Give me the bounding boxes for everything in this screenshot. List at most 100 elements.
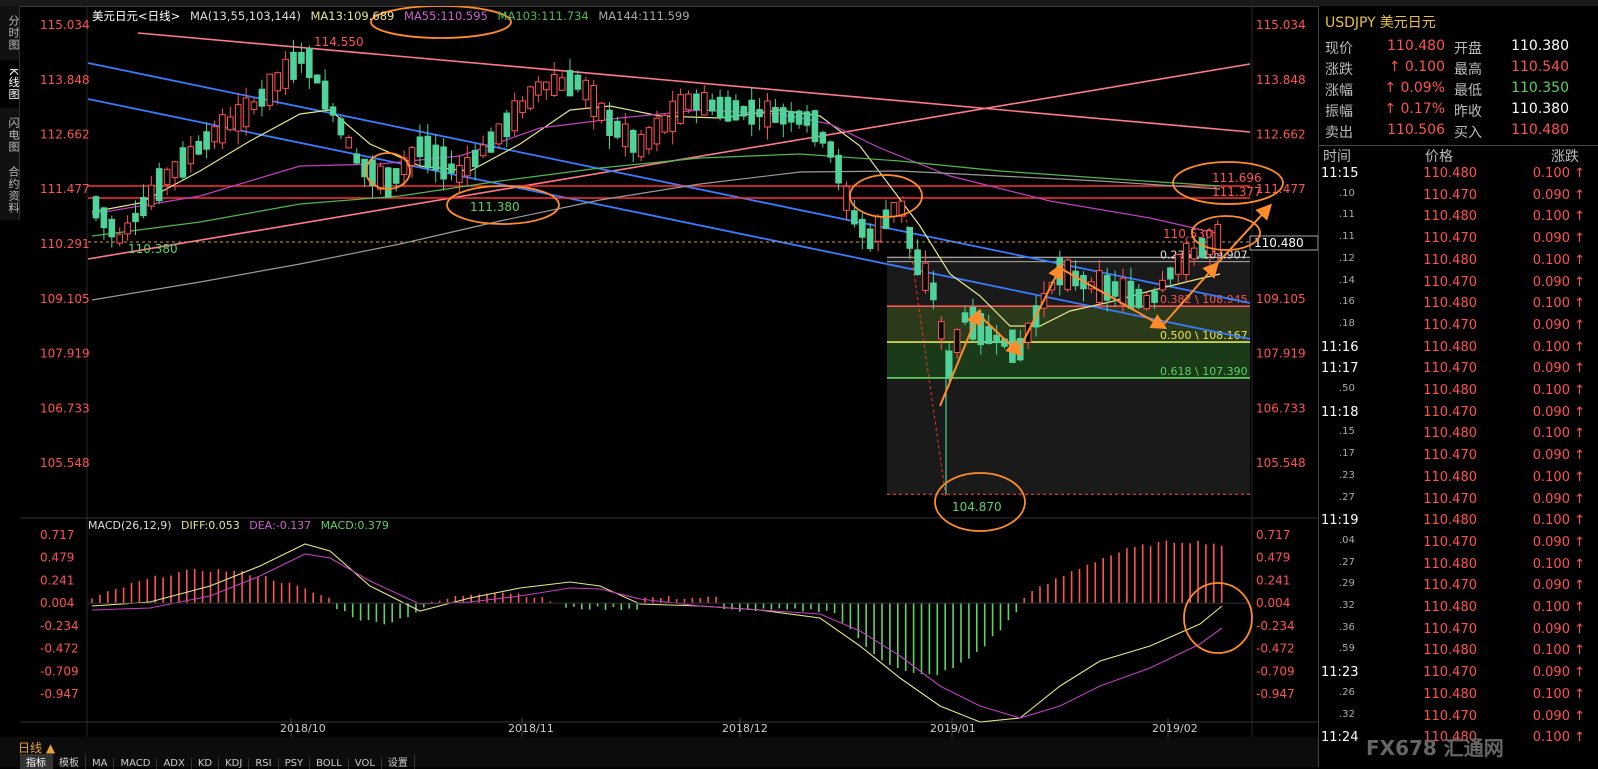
tick-change: 0.100 ↑	[1532, 339, 1585, 355]
tab-macd[interactable]: MACD	[114, 758, 158, 769]
label-low: 104.870	[952, 500, 1002, 514]
candle-body	[566, 69, 574, 97]
candle-body	[1167, 267, 1174, 280]
tick-change: 0.100 ↑	[1532, 383, 1585, 398]
candle-body	[906, 226, 914, 249]
tick-row: .32 110.480 0.100 ↑	[1319, 600, 1598, 621]
candle-body	[108, 218, 116, 238]
label-111696: 111.696	[1212, 171, 1262, 185]
candle-body	[1135, 288, 1143, 308]
tab-ma[interactable]: MA	[86, 758, 115, 769]
tick-change: 0.090 ↑	[1532, 317, 1585, 333]
tick-change: 0.090 ↑	[1532, 621, 1585, 637]
candle-body	[748, 99, 756, 125]
tab-adx[interactable]: ADX	[157, 758, 192, 769]
candle-body	[637, 133, 645, 158]
ma13-value: MA13:109.689	[310, 9, 395, 23]
tick-row: .29 110.470 0.090 ↑	[1319, 578, 1598, 599]
candle-body	[582, 79, 590, 101]
candle-body	[550, 73, 558, 96]
candle-body	[930, 282, 937, 301]
candle-body	[1151, 290, 1158, 303]
candle-body	[740, 106, 748, 117]
candle-body	[985, 325, 993, 344]
tick-change: 0.090 ↑	[1532, 361, 1585, 377]
macd-tick-label-left: 0.717	[40, 528, 74, 542]
quote-label: 开盘	[1454, 41, 1482, 57]
tick-change: 0.100 ↑	[1532, 252, 1585, 268]
tick-row: .50 110.480 0.100 ↑	[1319, 383, 1598, 404]
tab-vol[interactable]: VOL	[349, 758, 382, 769]
tick-price: 110.470	[1423, 491, 1477, 507]
quote-label: 卖出	[1325, 125, 1353, 141]
tick-change: 0.100 ↑	[1532, 426, 1585, 442]
candle-body	[922, 262, 929, 291]
tab-boll[interactable]: BOLL	[310, 758, 349, 769]
tab-psy[interactable]: PSY	[279, 758, 311, 769]
candle-body	[511, 100, 518, 132]
candle-body	[645, 127, 653, 150]
candle-body	[953, 329, 961, 354]
tick-time: .32	[1339, 600, 1355, 611]
tab-rsi[interactable]: RSI	[249, 758, 279, 769]
quote-value: 110.380	[1511, 38, 1569, 54]
candle-body	[772, 107, 779, 123]
tick-change: 0.090 ↑	[1532, 491, 1585, 507]
quote-panel: USDJPY 美元日元 现价 110.480 开盘 110.380 涨跌 ↑ 0.100 最高…	[1318, 6, 1598, 767]
watermark-logo: FX678 汇通网	[1366, 736, 1504, 760]
tab-kdj[interactable]: KDJ	[219, 758, 250, 769]
period-selector[interactable]: 日线 ▲	[18, 739, 80, 755]
label-111380: 111.380	[470, 200, 520, 214]
tick-row: 11:17 110.470 0.090 ↑	[1319, 361, 1598, 382]
candle-body	[819, 132, 827, 144]
tab-kd[interactable]: KD	[192, 758, 220, 769]
tick-row: .17 110.470 0.090 ↑	[1319, 448, 1598, 469]
tick-row: .27 110.470 0.090 ↑	[1319, 492, 1598, 513]
candle-body	[155, 168, 163, 202]
tick-row: .18 110.470 0.090 ↑	[1319, 318, 1598, 339]
macd-tick-label-left: -0.472	[40, 642, 79, 656]
tick-change: 0.100 ↑	[1532, 296, 1585, 312]
tick-price: 110.470	[1423, 231, 1477, 247]
candle-body	[874, 216, 882, 242]
tick-time: .32	[1339, 708, 1355, 720]
y-tick-label-left: 110.291	[40, 237, 90, 251]
macd-legend: MACD(26,12,9) DIFF:0.053 DEA:-0.137 MACD…	[88, 519, 395, 532]
annotation-circle	[1183, 582, 1253, 654]
candle-body	[543, 81, 550, 91]
candle-body	[803, 111, 811, 126]
tick-time: .12	[1339, 252, 1355, 264]
candle-body	[171, 161, 179, 179]
candle-body	[661, 114, 669, 133]
quote-label: 现价	[1325, 41, 1353, 57]
tick-time: .11	[1339, 231, 1355, 243]
kline-chart[interactable]: 0.236 \ 109.9070.382 \ 108.9450.500 \ 10…	[0, 6, 1318, 737]
tick-price: 110.480	[1423, 469, 1477, 485]
macd-diff-line	[91, 543, 1223, 723]
macd-tick-label-right: 0.479	[1256, 551, 1290, 565]
tick-time: 11:18	[1321, 404, 1359, 420]
tick-row: .26 110.480 0.100 ↑	[1319, 687, 1598, 708]
tick-price: 110.480	[1423, 209, 1477, 225]
tick-row: .04 110.470 0.090 ↑	[1319, 535, 1598, 556]
x-label: 2018/11	[508, 722, 554, 735]
tick-time: .15	[1339, 426, 1355, 438]
candle-body	[353, 153, 360, 164]
candle-body	[503, 112, 511, 138]
bottom-toolbar: 日线 ▲ 指标 模板 MA MACD ADX KD KDJ RSI PSY BOLL VOL 设置	[0, 737, 1318, 769]
macd-tick-label-right: -0.947	[1256, 687, 1295, 701]
candle-body	[677, 94, 684, 125]
tick-time: .27	[1339, 491, 1355, 503]
candle-body	[835, 154, 842, 184]
y-tick-label-left: 111.477	[40, 182, 90, 196]
tick-price: 110.470	[1423, 404, 1477, 420]
symbol-code: USDJPY	[1325, 15, 1376, 31]
candle-body	[756, 109, 763, 118]
candle-body	[92, 196, 100, 219]
macd-tick-label-left: 0.004	[40, 596, 74, 610]
y-tick-label-right: 113.848	[1256, 73, 1306, 87]
candle-body	[345, 136, 353, 149]
quote-label: 涨幅	[1325, 83, 1353, 99]
macd-tick-label-right: -0.709	[1256, 664, 1295, 678]
candle-body	[471, 149, 479, 168]
